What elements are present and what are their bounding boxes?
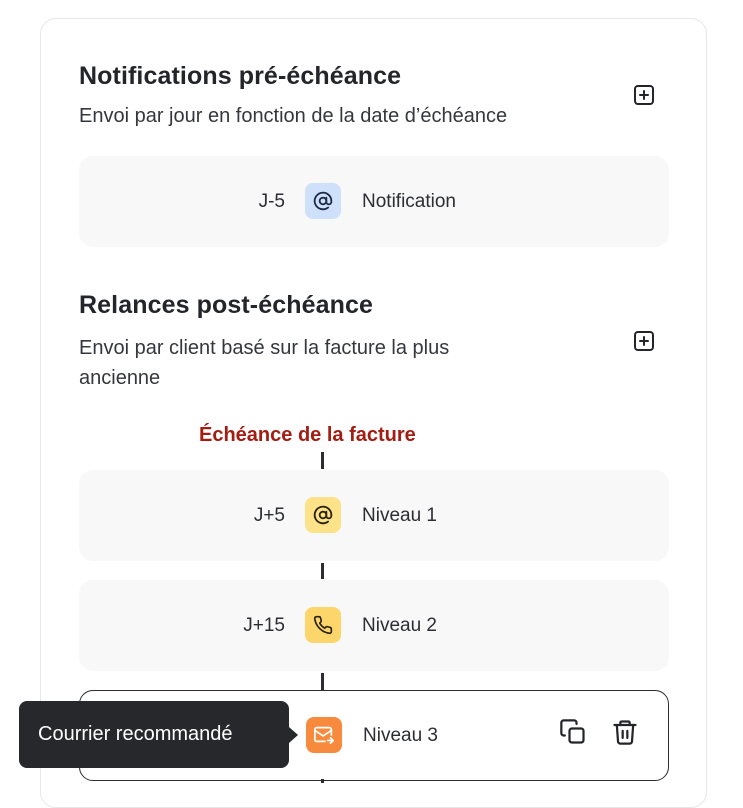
row-label: Niveau 2	[362, 614, 437, 636]
row-day: J+15	[243, 614, 285, 636]
post-due-description-line1: Envoi par client basé sur la facture la …	[79, 337, 450, 359]
row-label: Notification	[362, 190, 456, 212]
delete-button[interactable]	[610, 715, 640, 749]
level-1-row[interactable]: J+5 Niveau 1	[79, 470, 669, 561]
channel-badge	[305, 497, 341, 533]
trash-icon	[613, 720, 637, 745]
at-sign-icon	[313, 191, 333, 211]
timeline-connector	[321, 452, 324, 469]
pre-due-title: Notifications pré-échéance	[79, 62, 402, 90]
add-pre-due-button[interactable]	[631, 82, 657, 108]
channel-tooltip: Courrier recommandé	[19, 701, 289, 768]
add-post-due-button[interactable]	[631, 328, 657, 354]
post-due-title: Relances post-échéance	[79, 291, 373, 319]
row-label: Niveau 1	[362, 504, 437, 526]
plus-square-icon	[634, 331, 654, 351]
copy-icon	[560, 719, 585, 744]
at-sign-icon	[313, 505, 333, 525]
row-day: J-5	[258, 190, 285, 212]
row-label: Niveau 3	[363, 724, 438, 746]
invoice-deadline-label: Échéance de la facture	[199, 424, 416, 446]
channel-badge	[305, 183, 341, 219]
tooltip-arrow	[289, 727, 298, 743]
plus-square-icon	[634, 85, 654, 105]
timeline-connector	[321, 673, 324, 690]
tooltip-text: Courrier recommandé	[38, 723, 233, 745]
channel-badge	[305, 607, 341, 643]
pre-due-description: Envoi par jour en fonction de la date d’…	[79, 105, 508, 127]
post-due-description-line2: ancienne	[79, 367, 161, 389]
phone-icon	[313, 615, 333, 635]
pre-due-row[interactable]: J-5 Notification	[79, 156, 669, 247]
mail-send-icon	[313, 726, 335, 745]
timeline-connector	[321, 779, 324, 783]
row-day: J+5	[253, 504, 285, 526]
level-2-row[interactable]: J+15 Niveau 2	[79, 580, 669, 671]
channel-badge[interactable]	[306, 717, 342, 753]
duplicate-button[interactable]	[558, 715, 588, 749]
timeline-connector	[321, 563, 324, 579]
